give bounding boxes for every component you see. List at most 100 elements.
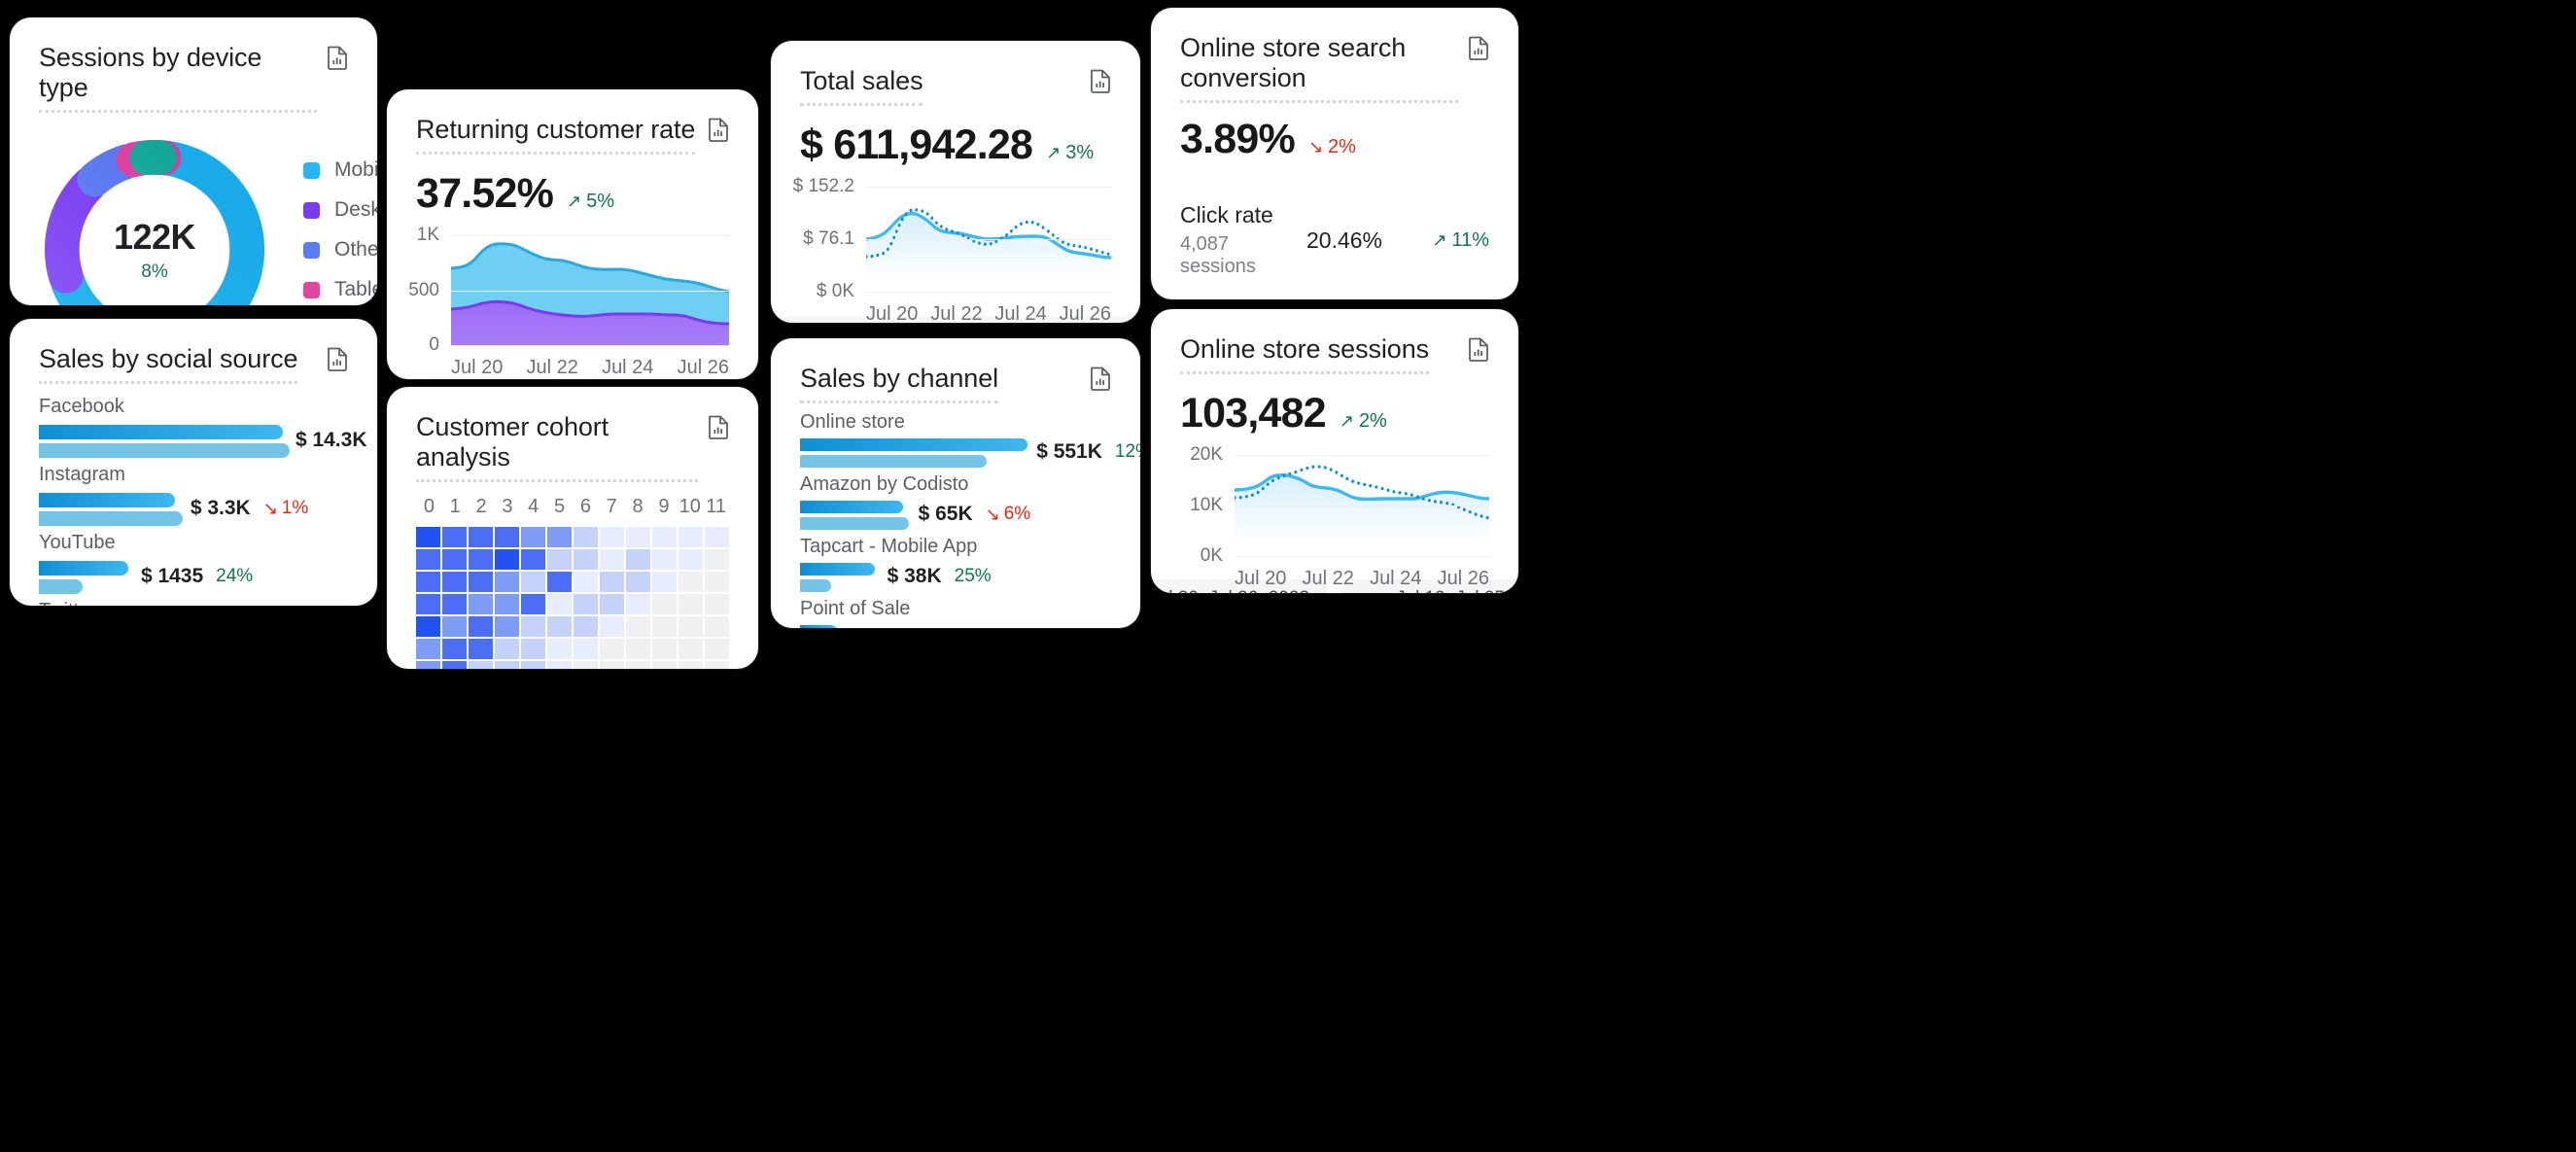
kpi-row-click-rate[interactable]: Click rate 4,087 sessions 20.46% ↗ 11%	[1180, 181, 1489, 299]
cohort-cell[interactable]	[521, 661, 545, 669]
cohort-cell[interactable]	[574, 527, 598, 548]
cohort-cell[interactable]	[495, 594, 519, 615]
cohort-cell[interactable]	[652, 661, 677, 669]
cohort-cell[interactable]	[495, 661, 519, 669]
cohort-cell[interactable]	[626, 616, 650, 638]
legend-item[interactable]: Desktop 29,476 2%	[303, 191, 377, 230]
cohort-cell[interactable]	[705, 549, 729, 571]
cohort-cell[interactable]	[469, 549, 493, 571]
document-chart-icon[interactable]	[1468, 35, 1489, 65]
cohort-cell[interactable]	[600, 594, 624, 615]
cohort-cell[interactable]	[442, 549, 467, 571]
cohort-cell[interactable]	[600, 639, 624, 660]
bar-item[interactable]: Facebook $ 14.3K 9%	[39, 396, 367, 464]
cohort-cell[interactable]	[495, 616, 519, 638]
cohort-cell[interactable]	[679, 661, 703, 669]
cohort-cell[interactable]	[626, 549, 650, 571]
cohort-cell[interactable]	[652, 616, 677, 638]
cohort-cell[interactable]	[442, 661, 467, 669]
cohort-cell[interactable]	[652, 572, 677, 593]
cohort-cell[interactable]	[469, 639, 493, 660]
cohort-cell[interactable]	[600, 616, 624, 638]
cohort-cell[interactable]	[547, 572, 572, 593]
cohort-cell[interactable]	[469, 661, 493, 669]
cohort-cell[interactable]	[705, 661, 729, 669]
cohort-cell[interactable]	[469, 527, 493, 548]
bar-item[interactable]: YouTube $ 1435 24%	[39, 532, 348, 600]
cohort-cell[interactable]	[495, 527, 519, 548]
bar-item[interactable]: Instagram $ 3.3K ↘ 1%	[39, 464, 348, 532]
cohort-cell[interactable]	[495, 639, 519, 660]
cohort-cell[interactable]	[652, 527, 677, 548]
cohort-cell[interactable]	[679, 572, 703, 593]
cohort-cell[interactable]	[679, 616, 703, 638]
cohort-cell[interactable]	[442, 616, 467, 638]
cohort-cell[interactable]	[626, 572, 650, 593]
cohort-cell[interactable]	[521, 572, 545, 593]
cohort-cell[interactable]	[705, 616, 729, 638]
cohort-cell[interactable]	[600, 661, 624, 669]
bar-item[interactable]: Online store $ 551K 12%	[800, 411, 1140, 473]
document-chart-icon[interactable]	[327, 346, 348, 376]
cohort-cell[interactable]	[652, 639, 677, 660]
cohort-cell[interactable]	[600, 572, 624, 593]
cohort-cell[interactable]	[442, 527, 467, 548]
cohort-cell[interactable]	[416, 527, 440, 548]
legend-item[interactable]: Other 1,672 1%	[303, 230, 377, 270]
bar-item[interactable]: Amazon by Codisto $ 65K ↘ 6%	[800, 473, 1111, 536]
cohort-cell[interactable]	[574, 594, 598, 615]
document-chart-icon[interactable]	[1090, 366, 1111, 396]
cohort-cell[interactable]	[574, 549, 598, 571]
cohort-cell[interactable]	[705, 639, 729, 660]
cohort-cell[interactable]	[626, 594, 650, 615]
cohort-cell[interactable]	[521, 639, 545, 660]
cohort-cell[interactable]	[547, 594, 572, 615]
document-chart-icon[interactable]	[708, 414, 729, 444]
bar-item[interactable]: Twitter $ 307 ↘ 4%	[39, 600, 348, 606]
cohort-cell[interactable]	[679, 594, 703, 615]
cohort-cell[interactable]	[705, 527, 729, 548]
cohort-cell[interactable]	[679, 527, 703, 548]
cohort-cell[interactable]	[574, 639, 598, 660]
cohort-cell[interactable]	[652, 594, 677, 615]
cohort-cell[interactable]	[626, 527, 650, 548]
cohort-cell[interactable]	[574, 661, 598, 669]
cohort-cell[interactable]	[521, 549, 545, 571]
cohort-cell[interactable]	[600, 549, 624, 571]
cohort-cell[interactable]	[679, 639, 703, 660]
document-chart-icon[interactable]	[708, 117, 729, 147]
cohort-cell[interactable]	[600, 527, 624, 548]
cohort-cell[interactable]	[574, 572, 598, 593]
bar-item[interactable]: Point of Sale $ 17K ↘ 4%	[800, 598, 1111, 628]
legend-item[interactable]: Tablet 701 1%	[303, 270, 377, 305]
document-chart-icon[interactable]	[1090, 68, 1111, 98]
cohort-cell[interactable]	[705, 594, 729, 615]
cohort-cell[interactable]	[547, 549, 572, 571]
cohort-cell[interactable]	[495, 549, 519, 571]
cohort-cell[interactable]	[416, 594, 440, 615]
cohort-cell[interactable]	[652, 549, 677, 571]
cohort-cell[interactable]	[521, 527, 545, 548]
cohort-cell[interactable]	[547, 639, 572, 660]
cohort-cell[interactable]	[416, 639, 440, 660]
cohort-cell[interactable]	[547, 616, 572, 638]
cohort-cell[interactable]	[705, 572, 729, 593]
cohort-cell[interactable]	[469, 616, 493, 638]
cohort-cell[interactable]	[416, 549, 440, 571]
cohort-cell[interactable]	[442, 639, 467, 660]
cohort-cell[interactable]	[442, 594, 467, 615]
cohort-cell[interactable]	[626, 639, 650, 660]
cohort-cell[interactable]	[547, 661, 572, 669]
cohort-cell[interactable]	[469, 572, 493, 593]
cohort-cell[interactable]	[495, 572, 519, 593]
cohort-cell[interactable]	[521, 616, 545, 638]
cohort-cell[interactable]	[574, 616, 598, 638]
cohort-cell[interactable]	[416, 572, 440, 593]
cohort-cell[interactable]	[679, 549, 703, 571]
document-chart-icon[interactable]	[327, 45, 348, 75]
cohort-cell[interactable]	[442, 572, 467, 593]
legend-item[interactable]: Mobile 91,473 8%	[303, 151, 377, 191]
bar-item[interactable]: Tapcart - Mobile App $ 38K 25%	[800, 536, 1111, 598]
cohort-cell[interactable]	[469, 594, 493, 615]
cohort-cell[interactable]	[416, 661, 440, 669]
